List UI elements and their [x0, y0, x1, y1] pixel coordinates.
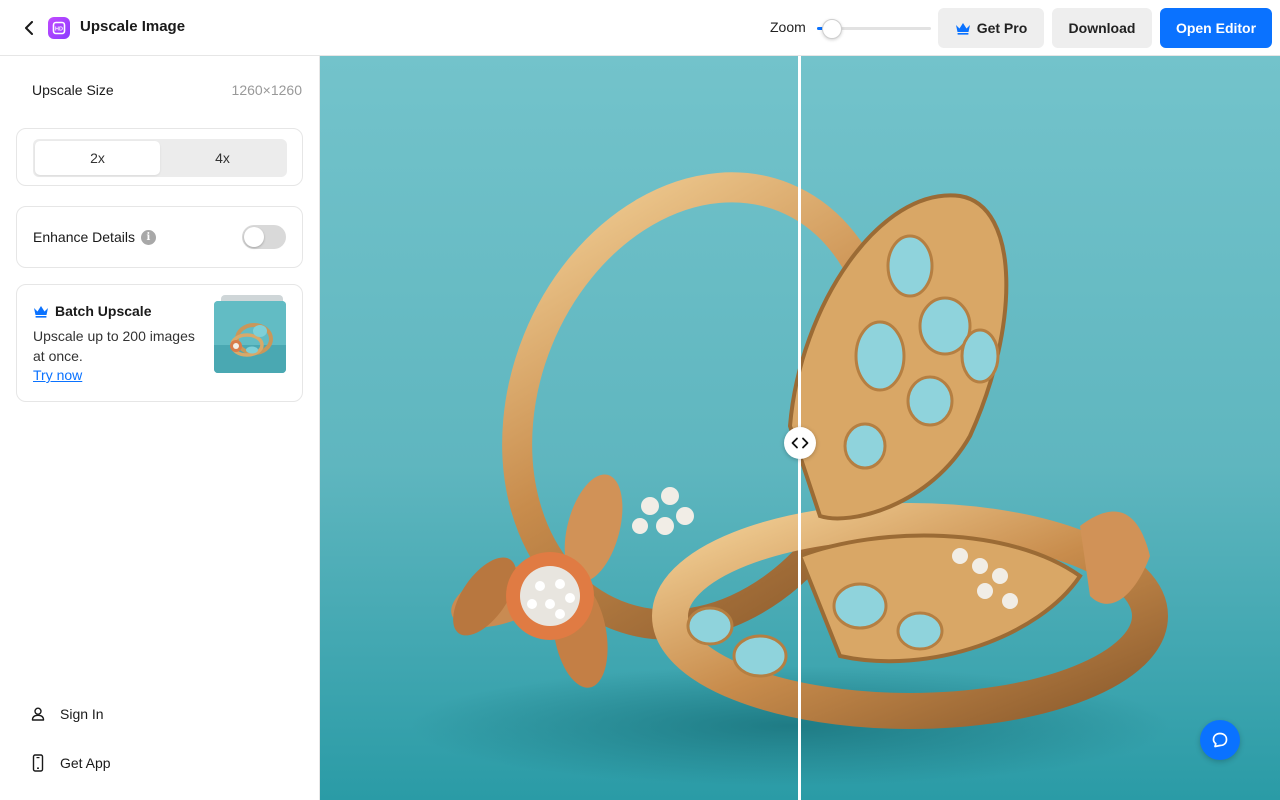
image-canvas[interactable] — [320, 56, 1280, 800]
get-pro-button[interactable]: Get Pro — [938, 8, 1044, 48]
compare-handle[interactable] — [784, 427, 816, 459]
scale-option-4x[interactable]: 4x — [160, 141, 285, 175]
page-title: Upscale Image — [80, 18, 186, 35]
compare-arrows-icon — [791, 437, 809, 449]
open-editor-button[interactable]: Open Editor — [1160, 8, 1272, 48]
crown-icon — [34, 306, 48, 318]
batch-upscale-title-row: Batch Upscale — [33, 303, 151, 319]
try-now-link[interactable]: Try now — [33, 367, 82, 383]
enhance-details-label: Enhance Details — [33, 229, 135, 245]
upscale-size-value: 1260×1260 — [231, 82, 302, 98]
crown-icon — [955, 23, 970, 35]
scale-option-2x[interactable]: 2x — [35, 141, 160, 175]
zoom-label: Zoom — [770, 19, 806, 35]
batch-upscale-description: Upscale up to 200 images at once. — [33, 328, 195, 364]
top-bar: HD Upscale Image Zoom Get Pro Download O… — [0, 0, 1280, 56]
sign-in-label: Sign In — [60, 706, 104, 722]
info-icon[interactable]: i — [140, 229, 156, 245]
enhance-details-row: Enhance Details i — [33, 229, 156, 245]
sidebar: Upscale Size 1260×1260 2x 4x Enhance Det… — [0, 56, 320, 800]
svg-text:HD: HD — [55, 27, 63, 33]
batch-upscale-title: Batch Upscale — [55, 303, 152, 319]
scale-card: 2x 4x — [16, 128, 303, 186]
back-button[interactable] — [18, 16, 40, 40]
get-app-label: Get App — [60, 755, 111, 771]
enhance-details-toggle[interactable] — [242, 225, 286, 249]
download-button[interactable]: Download — [1052, 8, 1152, 48]
phone-icon — [32, 754, 44, 772]
get-pro-label: Get Pro — [976, 20, 1028, 36]
batch-thumbnail — [214, 301, 286, 373]
chat-button[interactable] — [1200, 720, 1240, 760]
upscale-logo-icon: HD — [48, 17, 70, 39]
user-icon — [31, 707, 45, 721]
zoom-slider[interactable] — [817, 18, 931, 39]
chat-icon — [1212, 732, 1228, 748]
upscale-size-label: Upscale Size — [32, 82, 114, 98]
toggle-knob — [244, 227, 264, 247]
enhance-details-card: Enhance Details i — [16, 206, 303, 268]
scale-segmented-control: 2x 4x — [33, 139, 287, 177]
chevron-left-icon — [25, 21, 33, 35]
batch-upscale-card: Batch Upscale Upscale up to 200 images a… — [16, 284, 303, 402]
sign-in-link[interactable]: Sign In — [30, 706, 104, 722]
get-app-link[interactable]: Get App — [30, 754, 111, 772]
zoom-thumb[interactable] — [821, 19, 842, 39]
